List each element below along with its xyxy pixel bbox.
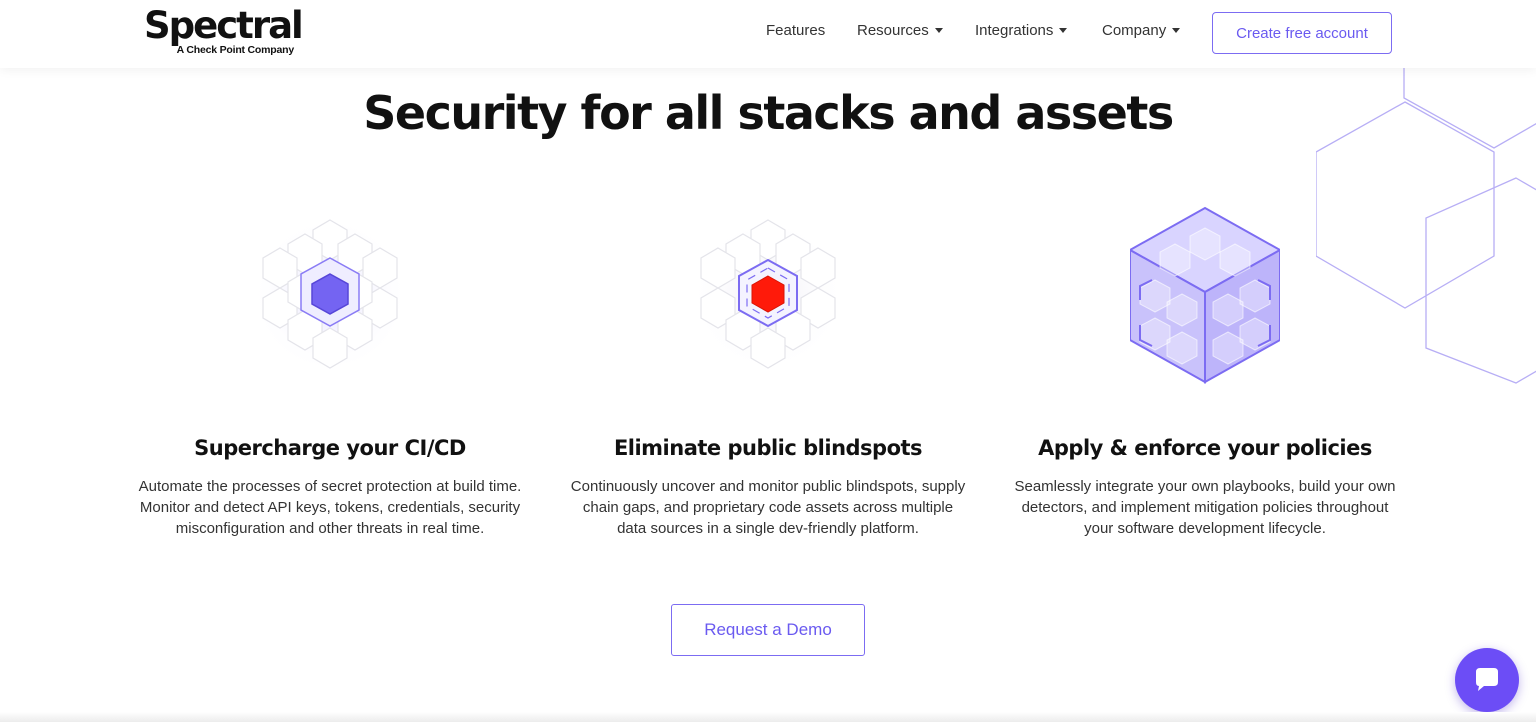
feature-description: Seamlessly integrate your own playbooks,…: [1014, 478, 1396, 537]
nav-item-integrations[interactable]: Integrations: [975, 22, 1068, 39]
nav-item-resources[interactable]: Resources: [857, 22, 943, 39]
caret-down-icon: [1059, 28, 1068, 33]
feature-description: Automate the processes of secret protect…: [138, 478, 522, 537]
create-account-button[interactable]: Create free account: [1212, 12, 1392, 54]
caret-down-icon: [934, 28, 943, 33]
page-bottom-edge: [0, 712, 1536, 722]
nav-item-company[interactable]: Company: [1102, 22, 1181, 39]
chat-widget-button[interactable]: [1455, 648, 1519, 712]
nav-label: Company: [1102, 22, 1167, 39]
request-demo-button[interactable]: Request a Demo: [671, 604, 865, 656]
feature-title: Eliminate public blindspots: [613, 436, 923, 460]
policy-cube-icon: [1130, 206, 1280, 384]
section-title: Security for all stacks and assets: [363, 86, 1174, 140]
nav-label: Integrations: [975, 22, 1054, 39]
logo-tagline: A Check Point Company: [176, 44, 295, 56]
logo-wordmark: Spectral: [144, 4, 304, 47]
chat-bubble-icon: [1476, 668, 1498, 691]
caret-down-icon: [1172, 28, 1181, 33]
feature-title: Apply & enforce your policies: [1038, 436, 1372, 460]
nav-item-features[interactable]: Features: [766, 22, 825, 39]
hexagon-cluster-purple-icon: [255, 217, 405, 373]
nav-label: Features: [766, 22, 826, 39]
spectral-logo[interactable]: Spectral A Check Point Company: [144, 4, 304, 62]
feature-description: Continuously uncover and monitor public …: [570, 478, 966, 537]
site-header: Spectral A Check Point Company Features …: [0, 0, 1536, 68]
feature-title: Supercharge your CI/CD: [194, 436, 466, 460]
hexagon-cluster-red-target-icon: [693, 217, 843, 373]
nav-label: Resources: [857, 22, 929, 39]
